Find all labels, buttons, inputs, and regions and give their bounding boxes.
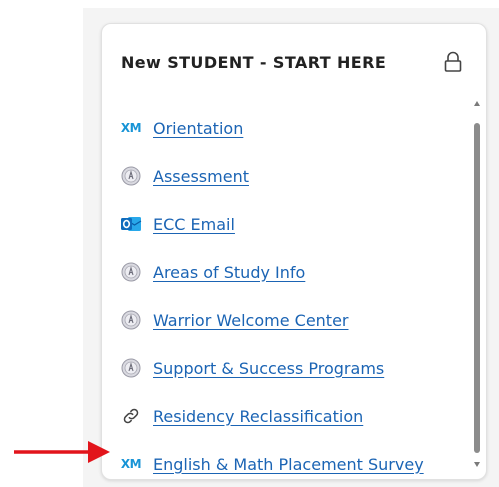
card-title: New STUDENT - START HERE — [121, 52, 387, 72]
xm-logo-text: XM — [120, 121, 142, 135]
college-seal-icon — [119, 356, 143, 380]
list-item-assessment: Assessment — [119, 152, 459, 200]
assessment-link[interactable]: Assessment — [153, 167, 249, 186]
college-seal-icon — [119, 164, 143, 188]
list-item-support-success: Support & Success Programs — [119, 344, 459, 392]
xm-logo-icon: XM — [119, 452, 143, 476]
link-icon — [119, 404, 143, 428]
list-item-residency: Residency Reclassification — [119, 392, 459, 440]
list-item-areas-of-study: Areas of Study Info — [119, 248, 459, 296]
ecc-email-link[interactable]: ECC Email — [153, 215, 235, 234]
scroll-up-arrow-icon[interactable] — [474, 101, 480, 106]
english-math-placement-survey-link[interactable]: English & Math Placement Survey — [153, 455, 424, 474]
new-student-card: New STUDENT - START HERE XM Orientation … — [101, 23, 487, 480]
orientation-link[interactable]: Orientation — [153, 119, 243, 138]
red-arrow-icon — [14, 441, 110, 463]
link-list: XM Orientation Assessment ECC Email Area… — [119, 104, 459, 479]
scroll-down-arrow-icon[interactable] — [474, 462, 480, 467]
support-success-programs-link[interactable]: Support & Success Programs — [153, 359, 384, 378]
xm-logo-text: XM — [120, 457, 142, 471]
areas-of-study-link[interactable]: Areas of Study Info — [153, 263, 305, 282]
list-item-ecc-email: ECC Email — [119, 200, 459, 248]
scrollbar[interactable] — [472, 99, 482, 471]
list-item-warrior-welcome: Warrior Welcome Center — [119, 296, 459, 344]
card-header: New STUDENT - START HERE — [121, 50, 463, 74]
college-seal-icon — [119, 260, 143, 284]
scrollbar-thumb[interactable] — [474, 123, 480, 453]
residency-reclassification-link[interactable]: Residency Reclassification — [153, 407, 363, 426]
outlook-icon — [119, 212, 143, 236]
list-item-orientation: XM Orientation — [119, 104, 459, 152]
lock-icon — [444, 51, 462, 72]
college-seal-icon — [119, 308, 143, 332]
list-item-placement-survey: XM English & Math Placement Survey — [119, 440, 459, 479]
xm-logo-icon: XM — [119, 116, 143, 140]
warrior-welcome-center-link[interactable]: Warrior Welcome Center — [153, 311, 349, 330]
